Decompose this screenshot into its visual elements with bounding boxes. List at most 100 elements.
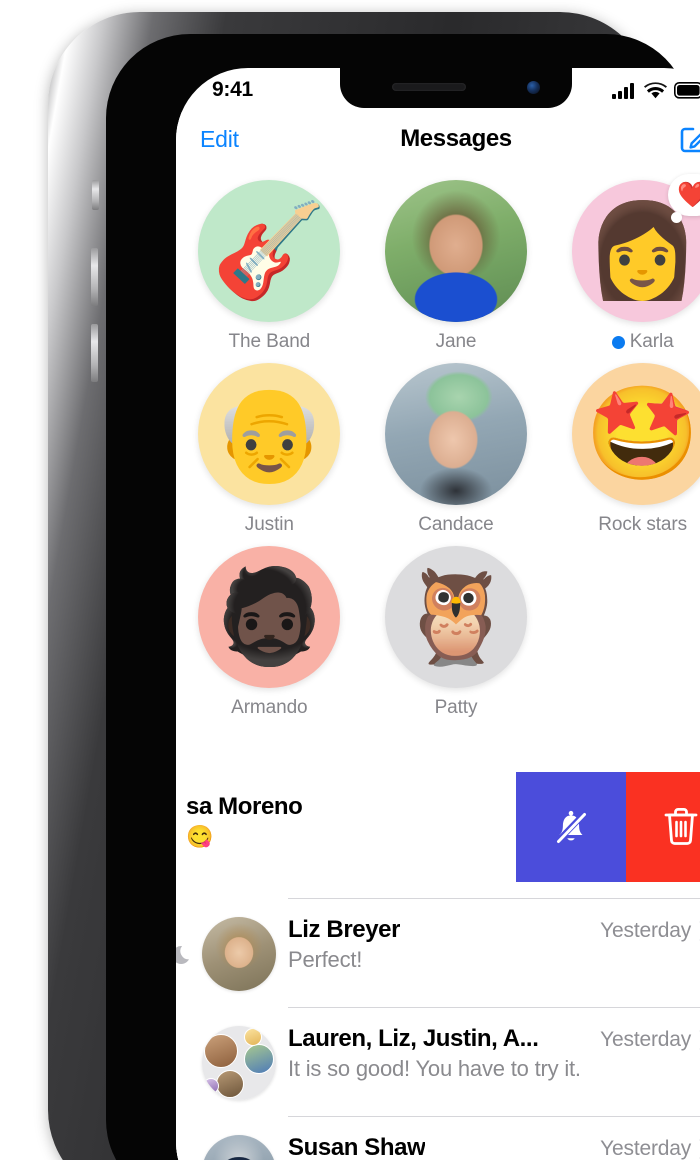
- pinned-row: 🎸 The Band Jane 👩 ❤️ Karla: [176, 174, 700, 353]
- swipe-actions: [516, 772, 700, 882]
- row-top: Liz Breyer Yesterday: [288, 916, 700, 944]
- bell-slash-icon: [555, 810, 587, 844]
- wifi-icon: [644, 81, 667, 98]
- compose-icon[interactable]: [678, 123, 700, 155]
- conversation-name: sa Moreno: [186, 793, 303, 820]
- pinned-label: The Band: [229, 331, 311, 353]
- pinned-item-justin[interactable]: 👴 Justin: [176, 363, 363, 536]
- avatar-wrap: 🎸: [198, 180, 341, 322]
- pinned-item-the-band[interactable]: 🎸 The Band: [176, 180, 363, 353]
- avatar-wrap: 🦉: [384, 546, 527, 688]
- avatar: [384, 363, 527, 505]
- delete-action-button[interactable]: [626, 772, 700, 882]
- row-lead: [176, 792, 186, 794]
- row-top: Susan Shaw Yesterday: [288, 1134, 700, 1160]
- group-member-photo: [204, 1034, 238, 1068]
- conversation-preview: Perfect!: [288, 947, 363, 972]
- silent-switch[interactable]: [92, 180, 99, 210]
- status-time: 9:41: [212, 78, 253, 101]
- owl-emoji-icon: 🦉: [398, 566, 514, 668]
- group-member-photo: [244, 1044, 274, 1074]
- heart-icon: ❤️: [677, 180, 700, 209]
- avatar-wrap: 🧔🏿: [198, 546, 341, 688]
- speaker-grille-icon: [392, 83, 466, 91]
- screenshot-stage: 9:41 Edit Messages 🎸 The Band Jane 👩 ❤️ …: [0, 0, 700, 1160]
- pinned-name: Jane: [435, 331, 477, 352]
- conversation-row[interactable]: Liz Breyer Yesterday Perfect!: [176, 899, 700, 1007]
- pinned-item-armando[interactable]: 🧔🏿 Armando: [176, 546, 363, 719]
- pinned-name: Karla: [629, 331, 674, 352]
- pinned-item-patty[interactable]: 🦉 Patty: [363, 546, 550, 719]
- row-lead: [176, 1133, 288, 1160]
- swiped-conversation-row[interactable]: sa Moreno 9:40 AM 😋: [176, 772, 700, 898]
- avatar: 🤩: [571, 363, 700, 505]
- pinned-label: Rock stars: [598, 514, 687, 536]
- volume-up-button[interactable]: [91, 248, 98, 306]
- pinned-item-karla[interactable]: 👩 ❤️ Karla: [549, 174, 700, 353]
- phone-frame-outer: 9:41 Edit Messages 🎸 The Band Jane 👩 ❤️ …: [48, 12, 700, 1160]
- memoji-icon: 👴: [212, 383, 327, 485]
- group-member-photo: [244, 1028, 262, 1046]
- pinned-label: Justin: [245, 514, 294, 536]
- mute-action-button[interactable]: [516, 772, 626, 882]
- page-title: Messages: [400, 125, 512, 152]
- star-struck-emoji-icon: 🤩: [585, 383, 700, 485]
- avatar-wrap: [384, 363, 527, 505]
- contact-photo-group: [202, 1026, 276, 1100]
- conversation-time: Yesterday: [600, 1137, 691, 1160]
- edit-button[interactable]: Edit: [200, 126, 239, 153]
- status-indicators: [612, 81, 700, 99]
- row-meta: Yesterday: [600, 1028, 700, 1052]
- conversation-row[interactable]: Lauren, Liz, Justin, A... Yesterday It i…: [176, 1008, 700, 1116]
- pinned-name: Rock stars: [598, 514, 688, 535]
- row-body: Lauren, Liz, Justin, A... Yesterday It i…: [288, 1024, 700, 1082]
- conversation-time: Yesterday: [600, 919, 691, 942]
- avatar-wrap: 👩 ❤️: [571, 174, 700, 322]
- avatar: 🦉: [384, 546, 527, 688]
- conversation-name: Susan Shaw: [288, 1134, 426, 1160]
- pinned-name: Patty: [434, 697, 478, 718]
- pinned-item-candace[interactable]: Candace: [363, 363, 550, 536]
- notch: [340, 68, 572, 108]
- pinned-row: 👴 Justin Candace 🤩 Rock stars: [176, 363, 700, 536]
- conversation-name: Lauren, Liz, Justin, A...: [288, 1025, 539, 1052]
- group-member-photo: [203, 1078, 219, 1094]
- conversation-list: sa Moreno 9:40 AM 😋: [176, 772, 700, 1160]
- pinned-label: Jane: [436, 331, 477, 353]
- avatar-wrap: 🤩: [571, 363, 700, 505]
- pinned-item-jane[interactable]: Jane: [363, 180, 550, 353]
- unread-dot-icon: [611, 335, 625, 349]
- conversation-name: Liz Breyer: [288, 916, 401, 943]
- pinned-label: Patty: [435, 697, 478, 719]
- pinned-label: Armando: [231, 697, 308, 719]
- guitar-emoji-icon: 🎸: [212, 200, 327, 302]
- contact-photo: [202, 917, 276, 991]
- row-meta: Yesterday: [600, 919, 700, 943]
- pinned-label: Candace: [418, 514, 493, 536]
- avatar-wrap: 👴: [198, 363, 341, 505]
- pinned-name: Candace: [418, 514, 494, 535]
- avatar: 🧔🏿: [198, 546, 341, 688]
- memoji-icon: 👩: [585, 200, 700, 302]
- pinned-row: 🧔🏿 Armando 🦉 Patty: [176, 546, 700, 719]
- contact-photo: [202, 1135, 276, 1160]
- row-body: Susan Shaw Yesterday Glad to hear it ❤️🙌: [288, 1133, 700, 1160]
- avatar: 🎸: [198, 180, 341, 322]
- memoji-icon: 🧔🏿: [212, 566, 327, 668]
- pinned-name: The Band: [228, 331, 311, 352]
- row-top: Lauren, Liz, Justin, A... Yesterday: [288, 1025, 700, 1053]
- volume-down-button[interactable]: [91, 324, 98, 382]
- conversation-preview: It is so good! You have to try it.: [288, 1056, 581, 1081]
- contact-photo: [384, 363, 527, 505]
- avatar-wrap: [384, 180, 527, 322]
- conversation-row[interactable]: Susan Shaw Yesterday Glad to hear it ❤️🙌: [176, 1117, 700, 1160]
- row-body: Liz Breyer Yesterday Perfect!: [288, 915, 700, 973]
- pinned-item-rock-stars[interactable]: 🤩 Rock stars: [549, 363, 700, 536]
- phone-screen: 9:41 Edit Messages 🎸 The Band Jane 👩 ❤️ …: [176, 68, 700, 1160]
- phone-frame-inner: 9:41 Edit Messages 🎸 The Band Jane 👩 ❤️ …: [106, 34, 700, 1160]
- avatar: [202, 917, 276, 991]
- pinned-name: Justin: [244, 514, 294, 535]
- trash-icon: [664, 808, 698, 845]
- pinned-conversations-grid: 🎸 The Band Jane 👩 ❤️ Karla 👴 Justin Cand…: [176, 172, 700, 735]
- pinned-label: Karla: [611, 331, 674, 353]
